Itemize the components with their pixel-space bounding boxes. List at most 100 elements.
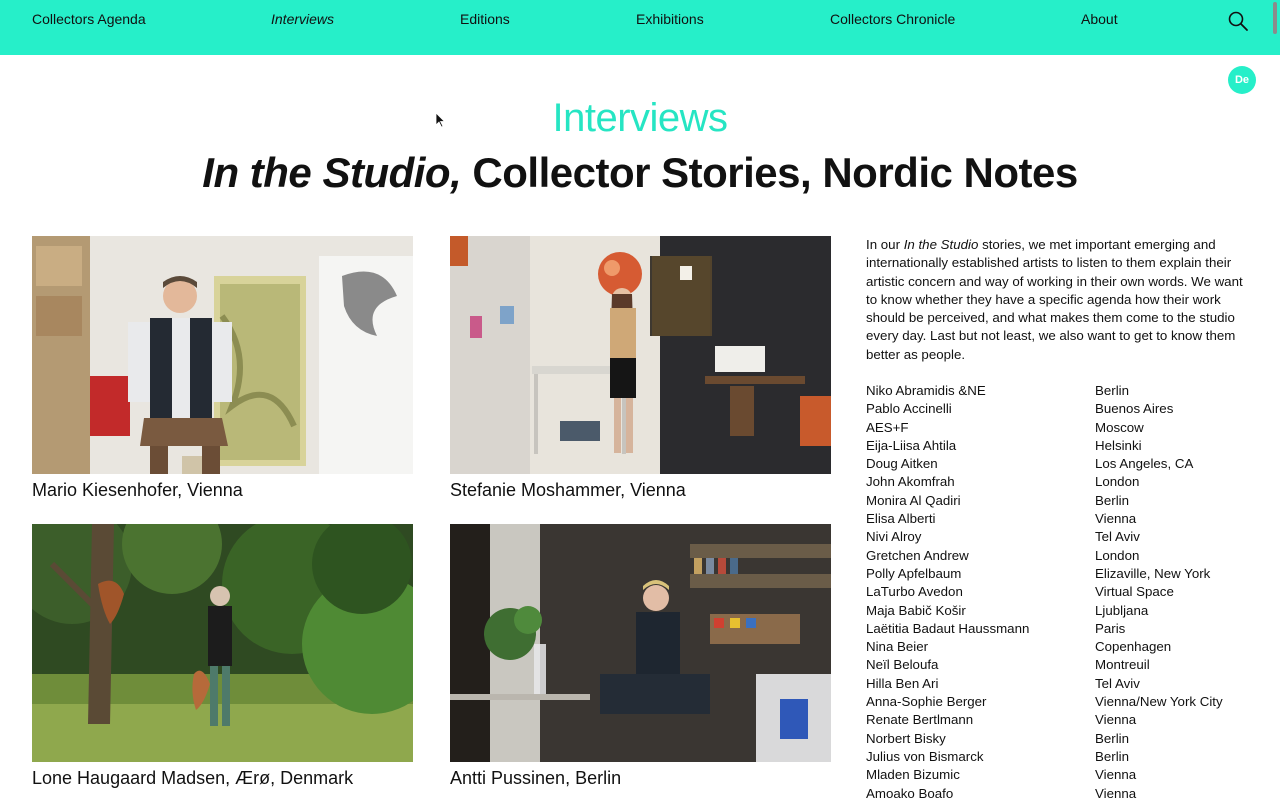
intro-text-before: In our [866, 237, 904, 252]
artist-name[interactable]: Doug Aitken [866, 455, 1095, 473]
interview-card-lone-haugaard-madsen[interactable]: Lone Haugaard Madsen, Ærø, Denmark [32, 524, 413, 789]
nav-editions[interactable]: Editions [460, 11, 510, 27]
interview-photo[interactable] [32, 236, 413, 474]
artist-row[interactable]: Mladen Bizumic Vienna [866, 766, 1256, 784]
artist-city: Buenos Aires [1095, 401, 1174, 417]
artist-row[interactable]: Julius von Bismarck Berlin [866, 748, 1256, 766]
artist-name[interactable]: Eija-Liisa Ahtila [866, 437, 1095, 455]
artist-row[interactable]: Maja Babič Košir Ljubljana [866, 602, 1256, 620]
artist-name[interactable]: Gretchen Andrew [866, 547, 1095, 565]
artist-city: Berlin [1095, 748, 1129, 764]
interview-photo[interactable] [450, 524, 831, 762]
artist-list: Niko Abramidis &NE Berlin Pablo Accinelli… [866, 382, 1256, 800]
interview-caption[interactable]: Lone Haugaard Madsen, Ærø, Denmark [32, 767, 413, 789]
artist-row[interactable]: Niko Abramidis &NE Berlin [866, 382, 1256, 400]
artist-row[interactable]: Gretchen Andrew London [866, 547, 1256, 565]
nav-collectors-chronicle[interactable]: Collectors Chronicle [830, 11, 955, 27]
interview-photo[interactable] [450, 236, 831, 474]
page-title: Interviews [552, 96, 728, 140]
artist-city: Ljubljana [1095, 602, 1149, 618]
artist-city: London [1095, 474, 1140, 490]
artist-city: Berlin [1095, 730, 1129, 746]
artist-city: London [1095, 547, 1140, 563]
artist-city: Vienna [1095, 767, 1137, 783]
artist-name[interactable]: Maja Babič Košir [866, 602, 1095, 620]
artist-row[interactable]: Anna-Sophie Berger Vienna/New York City [866, 693, 1256, 711]
artist-city: Tel Aviv [1095, 675, 1140, 691]
interview-card-stefanie-moshammer[interactable]: Stefanie Moshammer, Vienna [450, 236, 831, 501]
artist-row[interactable]: AES+F Moscow [866, 419, 1256, 437]
page-subtitle: In the Studio, Collector Stories, Nordic… [0, 148, 1280, 198]
artist-city: Vienna [1095, 712, 1137, 728]
artist-row[interactable]: Laëtitia Badaut Haussmann Paris [866, 620, 1256, 638]
artist-name[interactable]: Monira Al Qadiri [866, 492, 1095, 510]
artist-name[interactable]: Elisa Alberti [866, 510, 1095, 528]
artist-row[interactable]: Pablo Accinelli Buenos Aires [866, 400, 1256, 418]
artist-city: Copenhagen [1095, 639, 1172, 655]
artist-name[interactable]: Polly Apfelbaum [866, 565, 1095, 583]
artist-row[interactable]: Doug Aitken Los Angeles, CA [866, 455, 1256, 473]
artist-name[interactable]: Niko Abramidis &NE [866, 382, 1095, 400]
search-icon[interactable] [1226, 9, 1250, 33]
artist-name[interactable]: John Akomfrah [866, 473, 1095, 491]
series-introduction: In our In the Studio stories, we met imp… [866, 236, 1250, 364]
artist-row[interactable]: Polly Apfelbaum Elizaville, New York [866, 565, 1256, 583]
artist-name[interactable]: Neïl Beloufa [866, 656, 1095, 674]
language-switch-button[interactable]: De [1228, 66, 1256, 94]
artist-name[interactable]: Nina Beier [866, 638, 1095, 656]
interview-caption[interactable]: Mario Kiesenhofer, Vienna [32, 479, 413, 501]
nav-collectors-agenda[interactable]: Collectors Agenda [32, 11, 146, 27]
artist-city: Paris [1095, 620, 1126, 636]
top-navigation: Collectors Agenda Interviews Editions Ex… [0, 0, 1280, 55]
interview-caption[interactable]: Stefanie Moshammer, Vienna [450, 479, 831, 501]
artist-name[interactable]: Pablo Accinelli [866, 400, 1095, 418]
artist-city: Berlin [1095, 383, 1129, 398]
artist-row[interactable]: Monira Al Qadiri Berlin [866, 492, 1256, 510]
subtitle-other-series[interactable]: Collector Stories, Nordic Notes [461, 149, 1078, 196]
artist-city: Montreuil [1095, 657, 1150, 673]
artist-name[interactable]: AES+F [866, 419, 1095, 437]
artist-city: Helsinki [1095, 437, 1142, 453]
artist-row[interactable]: John Akomfrah London [866, 473, 1256, 491]
artist-row[interactable]: Elisa Alberti Vienna [866, 510, 1256, 528]
artist-city: Berlin [1095, 492, 1129, 508]
scrollbar-thumb[interactable] [1273, 2, 1277, 34]
intro-text-italic: In the Studio [903, 237, 979, 252]
artist-row[interactable]: Amoako Boafo Vienna [866, 785, 1256, 800]
intro-text-after: stories, we met important emerging and i… [866, 237, 1243, 362]
artist-city: Los Angeles, CA [1095, 456, 1194, 472]
artist-row[interactable]: LaTurbo Avedon Virtual Space [866, 583, 1256, 601]
artist-row[interactable]: Norbert Bisky Berlin [866, 730, 1256, 748]
nav-about[interactable]: About [1081, 11, 1118, 27]
artist-city: Vienna/New York City [1095, 694, 1223, 710]
artist-name[interactable]: Julius von Bismarck [866, 748, 1095, 766]
artist-name[interactable]: Hilla Ben Ari [866, 675, 1095, 693]
artist-row[interactable]: Nina Beier Copenhagen [866, 638, 1256, 656]
artist-row[interactable]: Renate Bertlmann Vienna [866, 711, 1256, 729]
artist-city: Vienna [1095, 511, 1137, 527]
artist-name[interactable]: Mladen Bizumic [866, 766, 1095, 784]
artist-name[interactable]: LaTurbo Avedon [866, 583, 1095, 601]
interview-caption[interactable]: Antti Pussinen, Berlin [450, 767, 831, 789]
artist-row[interactable]: Neïl Beloufa Montreuil [866, 656, 1256, 674]
artist-name[interactable]: Renate Bertlmann [866, 711, 1095, 729]
artist-city: Moscow [1095, 419, 1144, 435]
nav-interviews[interactable]: Interviews [271, 11, 334, 27]
artist-city: Tel Aviv [1095, 529, 1140, 545]
artist-city: Virtual Space [1095, 584, 1174, 600]
interview-card-mario-kiesenhofer[interactable]: Mario Kiesenhofer, Vienna [32, 236, 413, 501]
artist-name[interactable]: Amoako Boafo [866, 785, 1095, 800]
nav-exhibitions[interactable]: Exhibitions [636, 11, 704, 27]
artist-row[interactable]: Hilla Ben Ari Tel Aviv [866, 675, 1256, 693]
subtitle-in-the-studio[interactable]: In the Studio, [202, 149, 461, 196]
artist-row[interactable]: Eija-Liisa Ahtila Helsinki [866, 437, 1256, 455]
artist-name[interactable]: Anna-Sophie Berger [866, 693, 1095, 711]
artist-name[interactable]: Nivi Alroy [866, 528, 1095, 546]
artist-name[interactable]: Norbert Bisky [866, 730, 1095, 748]
interview-photo[interactable] [32, 524, 413, 762]
interview-card-antti-pussinen[interactable]: Antti Pussinen, Berlin [450, 524, 831, 789]
artist-name[interactable]: Laëtitia Badaut Haussmann [866, 620, 1095, 638]
artist-city: Vienna [1095, 785, 1137, 800]
artist-row[interactable]: Nivi Alroy Tel Aviv [866, 528, 1256, 546]
artist-city: Elizaville, New York [1095, 565, 1211, 581]
